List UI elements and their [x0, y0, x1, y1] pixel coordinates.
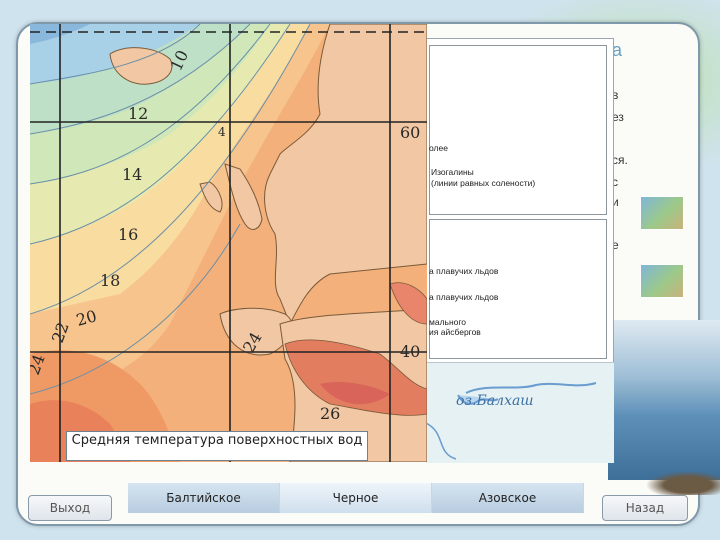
isotherm-label-4: 4: [218, 125, 226, 139]
legend-ice-3a: мального: [429, 317, 467, 327]
tab-black[interactable]: Черное: [280, 483, 432, 513]
isotherm-label-18: 18: [100, 271, 120, 290]
tab-azov[interactable]: Азовское: [432, 483, 584, 513]
legend-isohaline-subtitle: (линии равных солености): [431, 178, 536, 188]
legend-isohaline-title: Изогалины: [431, 167, 474, 177]
map-legend: олее Изогалины (линии равных солености) …: [424, 38, 614, 364]
tab-baltic[interactable]: Балтийское: [128, 483, 280, 513]
thumbnail-map-1[interactable]: [640, 196, 684, 230]
map-caption: Средняя температура поверхностных вод: [66, 431, 368, 461]
exit-button[interactable]: Выход: [28, 495, 112, 521]
sea-tabs: Балтийское Черное Азовское: [128, 483, 584, 513]
latitude-label-60: 60: [400, 123, 420, 142]
legend-group-salinity: [429, 45, 607, 215]
legend-ice-2: а плавучих льдов: [429, 292, 499, 302]
isotherm-label-16: 16: [118, 225, 138, 244]
temperature-map: 10 12 14 16 18 20 22 24 24 26 4 60 40: [30, 24, 427, 462]
legend-label-more: олее: [429, 143, 448, 153]
sea-photo-rocks: [608, 455, 720, 495]
latitude-label-40: 40: [400, 342, 420, 361]
legend-group-ice: [429, 219, 607, 359]
text-fragment-4: ся.: [612, 153, 628, 167]
back-button[interactable]: Назад: [602, 495, 688, 521]
isotherm-label-14: 14: [122, 165, 142, 184]
isotherm-label-26: 26: [320, 404, 340, 423]
lower-map-rivers: [425, 382, 597, 460]
legend-ice-3b: ия айсбергов: [429, 327, 481, 337]
legend-ice-1: а плавучих льдов: [429, 266, 499, 276]
lower-map: [425, 362, 614, 463]
thumbnail-map-2[interactable]: [640, 264, 684, 298]
lake-label: оз.Балхаш: [456, 393, 534, 409]
isotherm-label-12: 12: [128, 104, 148, 123]
